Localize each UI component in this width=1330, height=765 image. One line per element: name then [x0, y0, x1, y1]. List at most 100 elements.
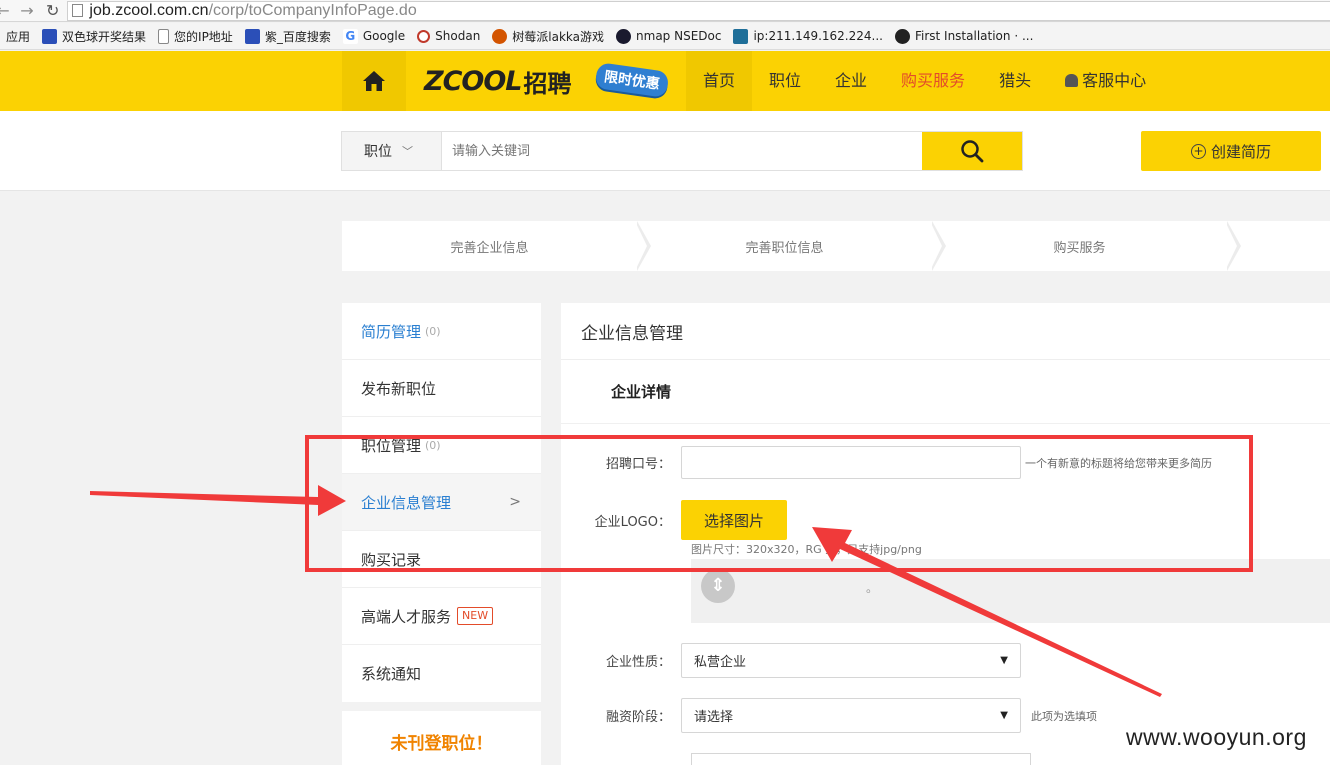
create-resume-label: 创建简历 — [1210, 142, 1271, 161]
image-size-hint: 图片尺寸：320x320，RG 式，只支持jpg/png — [691, 543, 922, 556]
github-icon — [894, 28, 910, 44]
funding-stage-value: 请选择 — [694, 710, 734, 725]
home-icon — [363, 71, 385, 91]
page-icon — [72, 4, 84, 17]
progress-steps: 完善企业信息 完善职位信息 购买服务 — [342, 221, 1330, 271]
bookmark-label: 应用 — [6, 29, 31, 44]
nav-jobs[interactable]: 职位 — [752, 51, 818, 111]
search-band: 职位 ﹀ + 创建简历 — [0, 111, 1330, 191]
bookmark-label: Shodan — [435, 29, 481, 43]
search-button[interactable] — [922, 132, 1022, 170]
step-job-info[interactable]: 完善职位信息 — [637, 221, 946, 271]
baidu-paw-icon — [244, 28, 260, 44]
bookmark-item[interactable]: 双色球开奖结果 — [42, 28, 146, 45]
logo-row: 企业LOGO： 选择图片 — [561, 500, 787, 540]
bookmark-item[interactable]: First Installation · ... — [894, 28, 1034, 44]
bookmark-label: ip:211.149.162.224... — [753, 29, 883, 43]
zcool-logo[interactable]: ZCOOL 招聘 — [424, 63, 572, 99]
partial-field[interactable] — [691, 753, 1031, 765]
sidebar-item-purchase-records[interactable]: 购买记录 — [342, 531, 541, 588]
nav-buy-services[interactable]: 购买服务 — [884, 51, 982, 111]
sidebar-item-label: 职位管理 — [361, 436, 422, 455]
sidebar-item-post-job[interactable]: 发布新职位 — [342, 360, 541, 417]
dropdown-triangle-icon: ▼ — [1000, 655, 1008, 666]
main-panel: 企业信息管理 企业详情 招聘口号： 一个有新意的标题将给您带来更多简历 企业LO… — [561, 303, 1330, 765]
funding-stage-row: 融资阶段： 请选择 ▼ 此项为选填项 — [561, 698, 1097, 733]
unpublished-job-promo[interactable]: 未刊登职位！ — [342, 711, 541, 765]
reload-icon[interactable]: ↻ — [46, 1, 59, 20]
logo-text: ZCOOL — [424, 65, 523, 97]
eye-icon — [616, 28, 632, 44]
sidebar-item-label: 企业信息管理 — [361, 493, 452, 512]
nav-home[interactable]: 首页 — [686, 51, 753, 111]
forward-arrow-icon[interactable]: → — [18, 1, 36, 20]
bookmarks-bar: 应用 双色球开奖结果 您的IP地址 紫_百度搜索 G Google Shodan … — [0, 23, 1330, 50]
bookmark-item[interactable]: nmap NSEDoc — [616, 28, 721, 44]
search-box: 职位 ﹀ — [341, 131, 1023, 171]
bookmark-item[interactable]: Shodan — [417, 29, 480, 43]
funding-stage-hint: 此项为选填项 — [1031, 709, 1097, 723]
company-nature-label: 企业性质： — [605, 655, 671, 670]
watermark: www.wooyun.org — [1120, 722, 1313, 754]
nav-label: 客服中心 — [1082, 71, 1147, 90]
baidu-paw-icon — [42, 28, 58, 44]
search-type-dropdown[interactable]: 职位 ﹀ — [342, 132, 442, 170]
bookmark-item[interactable]: 紫_百度搜索 — [244, 28, 331, 45]
sidebar-item-job-management[interactable]: 职位管理 (0) — [342, 417, 541, 474]
company-nature-select[interactable]: 私营企业 ▼ — [681, 643, 1021, 678]
shodan-icon — [417, 29, 431, 43]
back-arrow-icon[interactable]: ← — [0, 1, 12, 20]
search-icon — [961, 140, 984, 163]
bookmark-label: First Installation · ... — [914, 29, 1034, 43]
bookmark-item[interactable]: G Google — [342, 28, 405, 44]
sidebar-item-label: 高端人才服务 — [361, 607, 452, 626]
step-company-info[interactable]: 完善企业信息 — [342, 221, 651, 271]
sidebar-item-label: 系统通知 — [361, 665, 422, 683]
sidebar-item-company-info[interactable]: 企业信息管理 > — [342, 474, 541, 531]
dropdown-triangle-icon: ▼ — [1000, 710, 1008, 721]
bookmark-label: 树莓派lakka游戏 — [512, 29, 605, 44]
home-button[interactable] — [342, 51, 406, 111]
page-icon — [158, 28, 170, 44]
nav-companies[interactable]: 企业 — [818, 51, 884, 111]
count-badge: (0) — [425, 324, 441, 338]
choose-image-button[interactable]: 选择图片 — [681, 500, 787, 540]
company-nature-row: 企业性质： 私营企业 ▼ — [561, 643, 1021, 678]
nav-headhunter[interactable]: 猎头 — [982, 51, 1048, 111]
bookmark-apps[interactable]: 应用 — [6, 28, 30, 45]
chevron-down-icon: ﹀ — [402, 145, 413, 158]
bookmark-item[interactable]: 您的IP地址 — [158, 28, 233, 45]
bookmark-label: 紫_百度搜索 — [264, 29, 331, 44]
step-buy-service[interactable]: 购买服务 — [932, 221, 1241, 271]
count-badge: (0) — [425, 438, 441, 452]
annotation-arrow-left — [90, 485, 346, 516]
funding-stage-label: 融资阶段： — [605, 710, 671, 725]
sidebar-item-label: 简历管理 — [361, 322, 422, 341]
promo-tag[interactable]: 限时优惠 — [594, 62, 670, 98]
slogan-hint: 一个有新意的标题将给您带来更多简历 — [1025, 456, 1212, 470]
logo-label: 企业LOGO： — [594, 514, 671, 530]
section-title: 企业详情 — [561, 360, 1330, 424]
funding-stage-select[interactable]: 请选择 ▼ — [681, 698, 1021, 733]
new-badge: NEW — [457, 607, 494, 625]
nav-customer-service[interactable]: 客服中心 — [1048, 51, 1163, 111]
site-header: ZCOOL 招聘 限时优惠 首页 职位 企业 购买服务 猎头 客服中心 — [0, 51, 1330, 111]
google-icon: G — [342, 28, 358, 44]
bookmark-item[interactable]: 树莓派lakka游戏 — [492, 28, 604, 45]
drag-handle-icon[interactable]: ⇕ — [701, 569, 735, 603]
slogan-label: 招聘口号： — [605, 457, 671, 472]
raspberry-icon — [492, 28, 508, 44]
plus-circle-icon: + — [1190, 143, 1206, 159]
bookmark-item[interactable]: ip:211.149.162.224... — [733, 28, 883, 44]
sidebar-item-talent-service[interactable]: 高端人才服务 NEW — [342, 588, 541, 645]
url-field[interactable]: job.zcool.com.cn/corp/toCompanyInfoPage.… — [67, 0, 1330, 21]
logo-upload-area[interactable]: ⇕ 。 — [691, 559, 1330, 623]
create-resume-button[interactable]: + 创建简历 — [1141, 131, 1321, 171]
slogan-input[interactable] — [681, 446, 1021, 479]
sidebar-item-notifications[interactable]: 系统通知 — [342, 645, 541, 702]
company-nature-value: 私营企业 — [694, 655, 747, 670]
search-type-label: 职位 — [364, 144, 392, 160]
sidebar-item-label: 购买记录 — [361, 550, 422, 569]
search-input[interactable] — [442, 132, 922, 170]
sidebar-item-resume-management[interactable]: 简历管理 (0) — [342, 303, 541, 360]
